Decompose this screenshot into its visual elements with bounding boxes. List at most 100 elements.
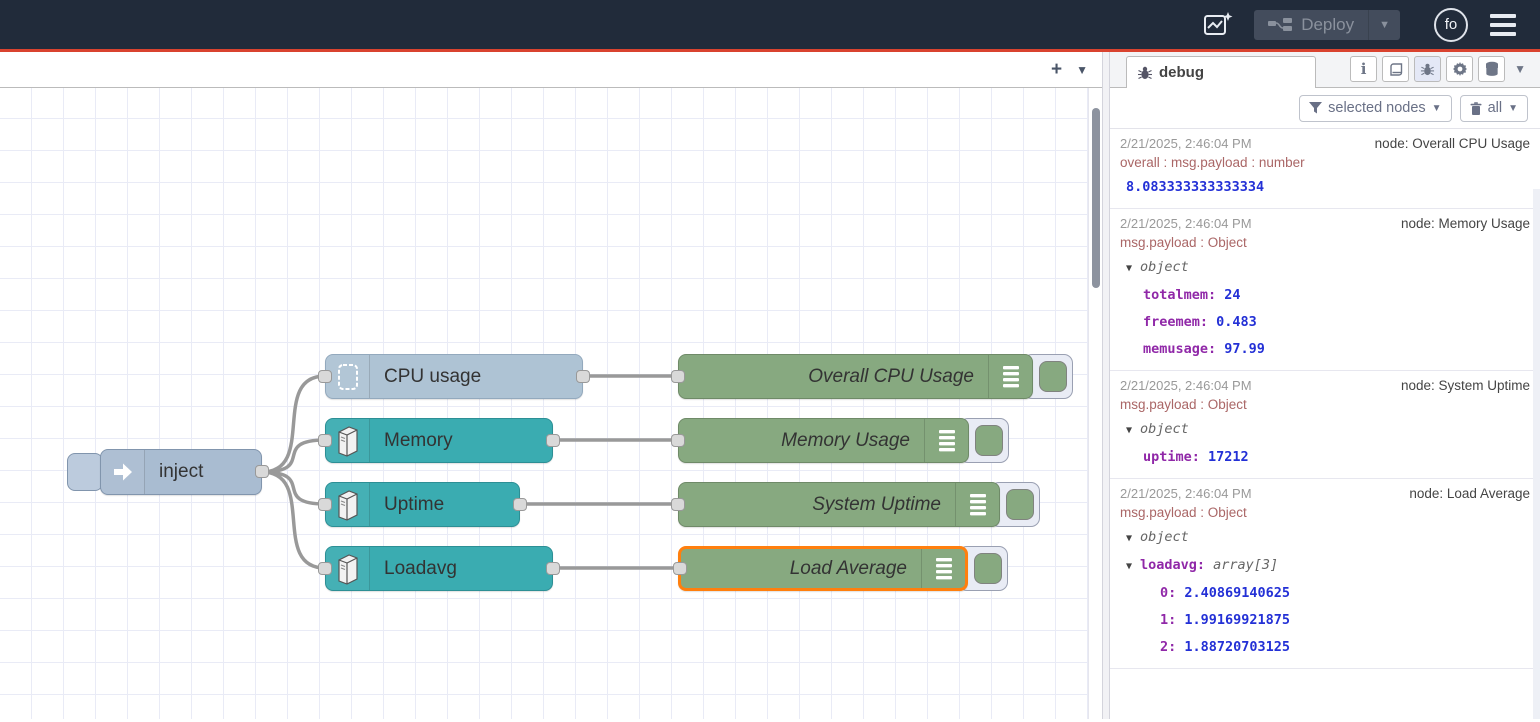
debug-enable-toggle[interactable]: [974, 553, 1002, 584]
message-tree-row[interactable]: ▼object: [1120, 254, 1530, 282]
canvas-scrollbar-thumb[interactable]: [1092, 108, 1100, 288]
wire[interactable]: [262, 440, 325, 472]
output-port[interactable]: [255, 465, 269, 478]
input-port[interactable]: [318, 370, 332, 383]
debug-filter-label: selected nodes: [1328, 100, 1426, 116]
tree-key: 1:: [1160, 612, 1184, 628]
debug-message[interactable]: 2/21/2025, 2:46:04 PMnode: System Uptime…: [1110, 371, 1540, 479]
help-tab-button[interactable]: [1382, 56, 1409, 82]
flow-node-inject[interactable]: inject: [100, 449, 262, 495]
inject-trigger-button[interactable]: [67, 453, 103, 491]
message-tree-row: uptime: 17212: [1120, 444, 1530, 471]
message-tree-row[interactable]: ▼object: [1120, 416, 1530, 444]
debug-enable-toggle[interactable]: [1006, 489, 1034, 520]
flow-node-loadavg[interactable]: Loadavg: [325, 546, 553, 591]
tree-key: uptime:: [1143, 449, 1208, 465]
flow-list-caret-icon[interactable]: ▼: [1076, 63, 1088, 77]
tree-key: totalmem:: [1143, 287, 1224, 303]
debug-clear-button[interactable]: all ▼: [1460, 95, 1528, 122]
message-timestamp: 2/21/2025, 2:46:04 PM: [1120, 134, 1252, 153]
flow-node-debug-uptime[interactable]: System Uptime: [678, 482, 1000, 527]
chip-icon: [326, 355, 370, 398]
node-label: Uptime: [370, 494, 519, 516]
debug-message[interactable]: 2/21/2025, 2:46:04 PMnode: Load Averagem…: [1110, 479, 1540, 669]
flow-node-debug-memory[interactable]: Memory Usage: [678, 418, 969, 463]
debug-message[interactable]: 2/21/2025, 2:46:04 PMnode: Memory Usagem…: [1110, 209, 1540, 371]
flow-node-cpu-usage[interactable]: CPU usage: [325, 354, 583, 399]
tree-value: 1.88720703125: [1184, 639, 1290, 655]
message-property: msg.payload : Object: [1120, 233, 1530, 252]
sidebar-options-caret-icon[interactable]: ▼: [1510, 62, 1530, 76]
workspace-tabbar: + ▼: [0, 52, 1102, 88]
message-tree-row: 0: 2.40869140625: [1120, 580, 1530, 607]
flow-node-debug-overall-cpu[interactable]: Overall CPU Usage: [678, 354, 1033, 399]
collapse-caret-icon[interactable]: ▼: [1126, 417, 1140, 444]
input-port[interactable]: [671, 498, 685, 511]
tab-debug[interactable]: debug: [1126, 56, 1316, 88]
debug-filter-row: selected nodes ▼ all ▼: [1110, 88, 1540, 129]
flow-node-debug-loadavg[interactable]: Load Average: [678, 546, 968, 591]
deploy-button-group: Deploy ▼: [1254, 10, 1400, 40]
collapse-caret-icon[interactable]: ▼: [1126, 553, 1140, 580]
assistant-image-icon[interactable]: [1200, 8, 1236, 42]
debug-scrollbar[interactable]: [1533, 189, 1540, 719]
arrow-icon: [101, 450, 145, 494]
message-tree-row: freemem: 0.483: [1120, 309, 1530, 336]
output-port[interactable]: [546, 562, 560, 575]
output-port[interactable]: [576, 370, 590, 383]
tree-key: memusage:: [1143, 341, 1224, 357]
output-port[interactable]: [513, 498, 527, 511]
config-nodes-button[interactable]: [1446, 56, 1473, 82]
message-tree-row[interactable]: ▼object: [1120, 524, 1530, 552]
debug-tab-button[interactable]: [1414, 56, 1441, 82]
server-icon: [326, 419, 370, 462]
tree-key: 2:: [1160, 639, 1184, 655]
collapse-caret-icon[interactable]: ▼: [1126, 525, 1140, 552]
message-timestamp: 2/21/2025, 2:46:04 PM: [1120, 376, 1252, 395]
message-tree-row[interactable]: ▼loadavg: array[3]: [1120, 552, 1530, 580]
flow-canvas[interactable]: inject CPU usage Memory Uptime Loadavg Overal…: [0, 88, 1102, 719]
input-port[interactable]: [671, 370, 685, 383]
message-timestamp: 2/21/2025, 2:46:04 PM: [1120, 214, 1252, 233]
sidebar-toolbar: i: [1350, 56, 1530, 87]
tree-value: 24: [1224, 287, 1240, 303]
input-port[interactable]: [318, 434, 332, 447]
collapse-caret-icon[interactable]: ▼: [1126, 255, 1140, 282]
tree-key: loadavg:: [1140, 557, 1213, 573]
tree-value: 17212: [1208, 449, 1249, 465]
message-node-name: node: Load Average: [1409, 484, 1530, 503]
deploy-button[interactable]: Deploy: [1254, 15, 1368, 35]
user-avatar[interactable]: fo: [1434, 8, 1468, 42]
debug-filter-button[interactable]: selected nodes ▼: [1299, 95, 1451, 122]
message-timestamp: 2/21/2025, 2:46:04 PM: [1120, 484, 1252, 503]
wire[interactable]: [262, 472, 325, 504]
node-label: Memory Usage: [679, 430, 924, 452]
flow-node-uptime[interactable]: Uptime: [325, 482, 520, 527]
node-label: Overall CPU Usage: [679, 366, 988, 388]
workspace-column: + ▼ inject CPU usage Memory Uptime Loadavg Ov…: [0, 52, 1102, 719]
server-icon: [326, 547, 370, 590]
flow-node-memory[interactable]: Memory: [325, 418, 553, 463]
canvas-scrollbar[interactable]: [1088, 88, 1102, 719]
main-menu-icon[interactable]: [1486, 10, 1520, 40]
input-port[interactable]: [671, 434, 685, 447]
input-port[interactable]: [318, 498, 332, 511]
input-port[interactable]: [318, 562, 332, 575]
debug-enable-toggle[interactable]: [1039, 361, 1067, 392]
debug-message-list[interactable]: 2/21/2025, 2:46:04 PMnode: Overall CPU U…: [1110, 129, 1540, 719]
tree-value: 1.99169921875: [1184, 612, 1290, 628]
deploy-options-caret[interactable]: ▼: [1368, 10, 1400, 40]
node-label: CPU usage: [370, 366, 582, 388]
funnel-icon: [1309, 102, 1322, 114]
debug-enable-toggle[interactable]: [975, 425, 1003, 456]
info-tab-button[interactable]: i: [1350, 56, 1377, 82]
add-flow-button[interactable]: +: [1051, 60, 1062, 79]
output-port[interactable]: [546, 434, 560, 447]
debug-message[interactable]: 2/21/2025, 2:46:04 PMnode: Overall CPU U…: [1110, 129, 1540, 209]
context-data-button[interactable]: [1478, 56, 1505, 82]
input-port[interactable]: [673, 562, 687, 575]
panel-splitter[interactable]: [1102, 52, 1110, 719]
tree-type-label: array[3]: [1213, 557, 1278, 573]
server-icon: [326, 483, 370, 526]
tree-value: 97.99: [1224, 341, 1265, 357]
